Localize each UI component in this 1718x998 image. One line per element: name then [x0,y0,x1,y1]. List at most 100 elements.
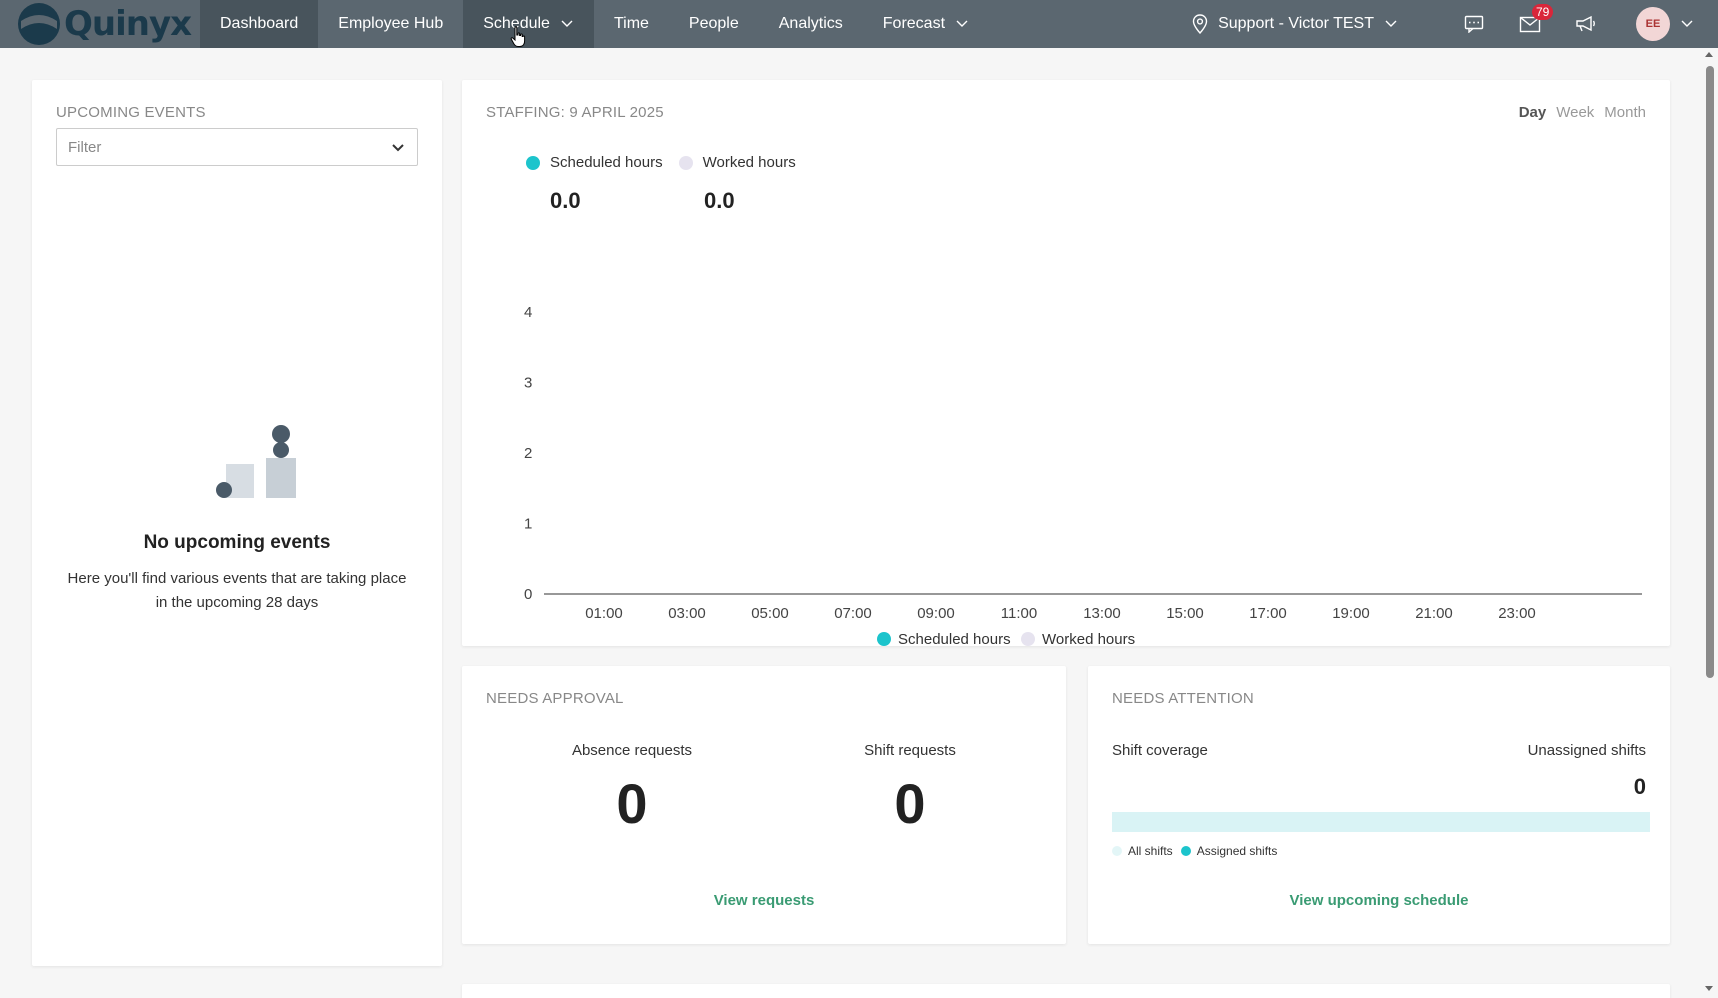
period-month[interactable]: Month [1604,104,1646,121]
nav-item-employee-hub[interactable]: Employee Hub [318,0,463,48]
absence-requests-metric: Absence requests 0 [522,742,742,836]
x-tick-label: 15:00 [1166,605,1204,622]
top-navigation-bar: Quinyx Dashboard Employee Hub Schedule T… [0,0,1718,48]
x-tick-label: 13:00 [1083,605,1121,622]
card-title: NEEDS APPROVAL [486,690,624,707]
legend-worked: Worked hours [678,154,796,171]
x-tick-label: 01:00 [585,605,623,622]
quinyx-logo-mark [18,3,60,45]
location-selector[interactable]: Support - Victor TEST [1192,14,1408,34]
x-tick-label: 23:00 [1498,605,1536,622]
y-tick-label: 2 [524,445,532,462]
nav-label: Employee Hub [338,15,444,32]
scrollbar-thumb[interactable] [1706,66,1714,678]
nav-item-time[interactable]: Time [594,0,669,48]
chevron-down-icon [1385,20,1397,27]
logo-text: Quinyx [64,4,192,44]
metric-value: 0 [616,772,648,835]
nav-item-schedule[interactable]: Schedule [463,0,594,48]
empty-state-title: No upcoming events [143,532,331,553]
staffing-card: STAFFING: 9 APRIL 2025 Day Week Month Sc… [462,80,1670,648]
worked-dot-icon [678,155,693,170]
card-title: UPCOMING EVENTS [56,104,206,121]
nav-item-dashboard[interactable]: Dashboard [200,0,319,48]
scroll-down-arrow-icon[interactable] [1705,986,1713,991]
scroll-up-arrow-icon[interactable] [1705,52,1713,57]
legend-label: Scheduled hours [550,154,663,171]
x-tick-label: 05:00 [751,605,789,622]
upcoming-events-card: UPCOMING EVENTS Filter No upcoming event… [32,80,442,966]
legend-all-shifts: All shifts [1128,844,1173,858]
announcements-button[interactable] [1566,0,1606,48]
metric-label: Absence requests [571,742,693,759]
chevron-down-icon [561,20,573,27]
nav-label: Forecast [882,15,946,32]
period-day[interactable]: Day [1519,104,1547,121]
scheduled-dot-icon [526,155,540,170]
empty-events-illustration [216,425,296,498]
card-title: NEEDS ATTENTION [1112,690,1254,707]
location-pin-icon [1192,14,1208,34]
x-tick-label: 07:00 [834,605,872,622]
nav-item-people[interactable]: People [669,0,759,48]
shift-coverage-bar [1112,812,1650,832]
filter-placeholder: Filter [68,138,102,156]
messages-button[interactable]: 79 [1510,0,1554,48]
nav-label: Time [613,15,649,32]
y-tick-label: 0 [524,586,532,603]
needs-approval-card: NEEDS APPROVAL Absence requests 0 Shift … [462,666,1066,944]
legend-label: Scheduled hours [898,631,1011,648]
chat-button[interactable] [1454,0,1494,48]
empty-state-text: Here you'll find various events that are… [67,570,407,611]
period-toggle: Day Week Month [1519,104,1646,121]
quinyx-logo[interactable]: Quinyx [0,0,200,48]
scheduled-hours-total: 0.0 [550,188,581,213]
megaphone-icon [1576,15,1595,32]
top-right-controls: Support - Victor TEST 79 EE [1192,0,1718,48]
legend-assigned-shifts: Assigned shifts [1196,844,1278,858]
nav-label: Dashboard [220,15,299,32]
nav-label: Analytics [778,15,843,32]
metric-value: 0 [894,772,926,835]
chevron-down-icon [1681,20,1693,27]
unassigned-shifts-value: 0 [1633,774,1646,799]
staffing-summary-legend: Scheduled hours Worked hours [526,154,802,171]
x-tick-label: 19:00 [1332,605,1370,622]
x-tick-label: 17:00 [1249,605,1287,622]
staffing-chart: 0 1 2 3 4 01:00 03:00 05:00 07:00 09:00 11:00 13:00… [524,304,1642,648]
x-tick-label: 21:00 [1415,605,1453,622]
avatar: EE [1636,7,1670,41]
card-title: STAFFING: 9 APRIL 2025 [486,104,664,121]
nav-label: People [688,15,739,32]
events-filter-select[interactable]: Filter [56,128,418,166]
messages-badge: 79 [1532,4,1554,20]
period-week[interactable]: Week [1556,104,1594,121]
legend-dot-icon [1021,632,1035,646]
nav-item-forecast[interactable]: Forecast [863,0,989,48]
location-label: Support - Victor TEST [1218,15,1374,32]
worked-hours-total: 0.0 [704,188,735,213]
unassigned-shifts-label: Unassigned shifts [1527,742,1646,759]
shift-requests-metric: Shift requests 0 [800,742,1020,836]
x-tick-label: 11:00 [1001,605,1037,622]
user-menu[interactable]: EE [1614,7,1694,41]
y-tick-label: 1 [524,516,532,533]
legend-dot-icon [877,632,891,646]
chevron-down-icon [392,144,404,152]
legend-scheduled: Scheduled hours [526,154,663,171]
nav-item-analytics[interactable]: Analytics [759,0,863,48]
chevron-down-icon [956,20,968,27]
assigned-shifts-dot-icon [1180,846,1191,856]
view-upcoming-schedule-link[interactable]: View upcoming schedule [1088,892,1670,909]
next-card-partial [462,984,1670,998]
legend-label: Worked hours [702,154,796,171]
x-tick-label: 09:00 [917,605,955,622]
main-nav: Dashboard Employee Hub Schedule Time Peo… [200,0,989,48]
legend-label: Worked hours [1042,631,1135,648]
y-tick-label: 3 [524,375,532,392]
coverage-legend: All shifts Assigned shifts [1112,844,1277,858]
shift-coverage-label: Shift coverage [1112,742,1208,759]
metric-label: Shift requests [864,742,956,759]
hand-cursor-icon [510,26,526,47]
view-requests-link[interactable]: View requests [462,892,1066,909]
